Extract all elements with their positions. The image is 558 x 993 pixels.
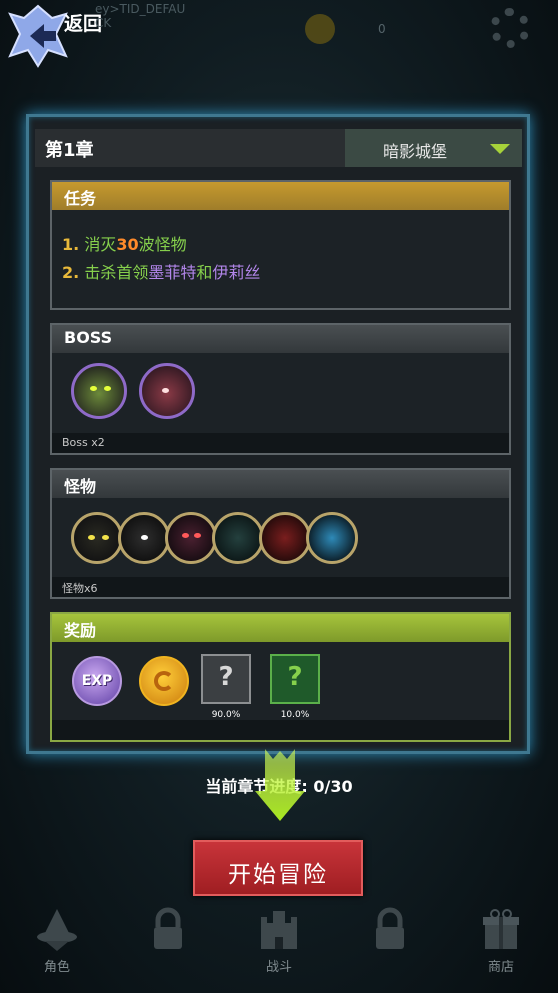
castle-icon [261, 911, 297, 949]
chapter-panel: 第1章 暗影城堡 任务 1. 消灭30波怪物 2. 击杀首领墨菲特和伊莉丝 BO… [26, 114, 530, 754]
boss-murphet-icon[interactable] [71, 363, 127, 419]
reward-header: 奖励 [52, 614, 509, 642]
tab-battle-label: 战斗 [265, 960, 292, 975]
lock-icon [376, 907, 404, 949]
start-adventure-label: 开始冒险 [228, 862, 328, 888]
bottom-tab-bar: 角色 战斗 商店 [0, 895, 558, 993]
mystery-reward-common[interactable]: ? [201, 654, 251, 704]
chapter-bar: 第1章 暗影城堡 [35, 129, 522, 167]
monster-title: 怪物 [64, 477, 97, 496]
gold-coin-icon[interactable] [139, 656, 189, 706]
chapter-title: 第1章 [45, 140, 94, 161]
reward-section: 奖励 EXP ? 90.0% ? 10.0% [50, 612, 511, 742]
mission-line-1: 1. 消灭30波怪物 [62, 235, 187, 254]
top-bar: 返回 ey>TID_DEFAU CK 0 [0, 0, 558, 68]
boss-section: BOSS Boss x2 [50, 323, 511, 455]
arrow-down-icon [255, 749, 305, 821]
coin-count: 0 [378, 22, 386, 36]
monster-6-icon[interactable] [306, 512, 358, 564]
boss-count-label: Boss x2 [62, 436, 105, 449]
mission-title: 任务 [64, 189, 97, 208]
tab-character-label: 角色 [43, 960, 70, 975]
mystery-reward-rare[interactable]: ? [270, 654, 320, 704]
boss-header: BOSS [52, 325, 509, 353]
mission-line-2: 2. 击杀首领墨菲特和伊莉丝 [62, 263, 261, 282]
reward-chance-common: 90.0% [211, 710, 241, 720]
lock-icon [154, 907, 182, 949]
monster-count-label: 怪物x6 [62, 582, 98, 595]
tab-locked-1[interactable] [118, 895, 218, 993]
back-arrow-icon[interactable] [8, 4, 68, 68]
monster-header: 怪物 [52, 470, 509, 498]
monster-3-icon[interactable] [165, 512, 217, 564]
stage-name: 暗影城堡 [383, 142, 448, 161]
tab-shop[interactable]: 商店 [451, 895, 551, 993]
reward-title: 奖励 [64, 621, 97, 640]
gear-icon[interactable] [490, 8, 530, 48]
stage-dropdown[interactable]: 暗影城堡 [345, 129, 522, 167]
boss-iris-icon[interactable] [139, 363, 195, 419]
mission-section: 任务 1. 消灭30波怪物 2. 击杀首领墨菲特和伊莉丝 [50, 180, 511, 310]
tab-character[interactable]: 角色 [7, 895, 107, 993]
mission-header: 任务 [52, 182, 509, 210]
tab-battle[interactable]: 战斗 [229, 895, 329, 993]
tab-locked-2[interactable] [340, 895, 440, 993]
reward-footer [52, 720, 509, 740]
chevron-down-icon [490, 144, 510, 154]
debug-ghost-text: ey>TID_DEFAU CK [95, 2, 186, 30]
coin-icon [305, 14, 335, 44]
monster-4-icon[interactable] [212, 512, 264, 564]
boss-footer: Boss x2 [52, 433, 509, 453]
monster-2-icon[interactable] [118, 512, 170, 564]
boss-title: BOSS [64, 328, 113, 347]
exp-icon[interactable]: EXP [72, 656, 122, 706]
monster-section: 怪物 怪物x6 [50, 468, 511, 599]
reward-chance-rare: 10.0% [280, 710, 310, 720]
monster-1-icon[interactable] [71, 512, 123, 564]
gift-icon [483, 909, 519, 949]
start-adventure-button[interactable]: 开始冒险 [193, 840, 363, 896]
monster-footer: 怪物x6 [52, 577, 509, 597]
wizard-hat-icon [37, 909, 77, 951]
tab-shop-label: 商店 [487, 960, 514, 975]
monster-5-icon[interactable] [259, 512, 311, 564]
